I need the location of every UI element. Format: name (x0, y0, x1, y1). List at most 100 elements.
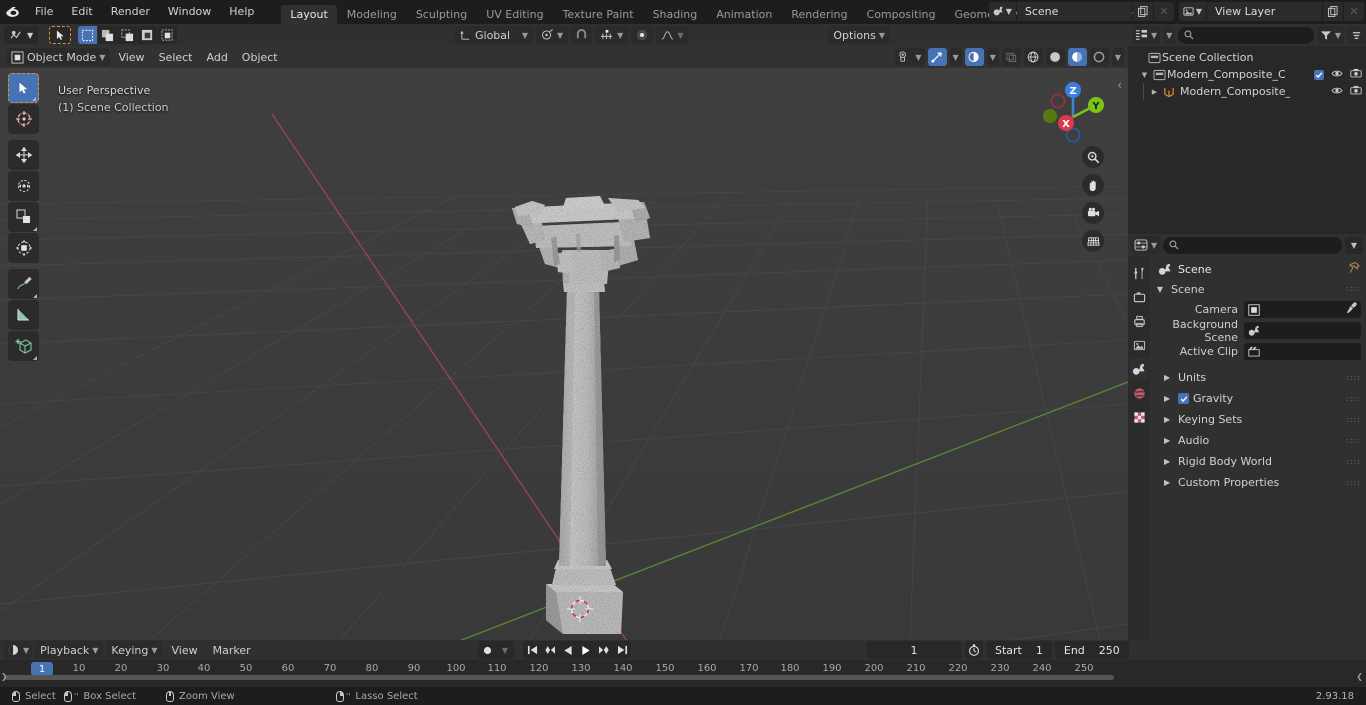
filter-icon[interactable]: ▼ (1316, 26, 1344, 44)
timeline-scroll-left-arrow[interactable]: ❯ (1, 672, 8, 681)
timeline-scroll-right-arrow[interactable]: ❮ (1356, 672, 1363, 681)
menu-help[interactable]: Help (220, 3, 263, 21)
tab-compositing[interactable]: Compositing (858, 5, 945, 24)
stopwatch-icon[interactable] (965, 641, 983, 659)
tab-texture[interactable] (1129, 406, 1149, 428)
eye-icon[interactable] (1331, 85, 1343, 98)
select-subtract-icon[interactable] (118, 26, 138, 44)
tab-rendering[interactable]: Rendering (782, 5, 856, 24)
pan-hand-icon[interactable] (1082, 174, 1104, 196)
shading-wireframe-button[interactable] (1023, 48, 1043, 66)
interaction-mode-selector[interactable]: Object Mode ▼ (6, 48, 111, 66)
viewport-menu-select[interactable]: Select (153, 48, 199, 66)
properties-search-input[interactable] (1163, 236, 1342, 254)
tab-texture-paint[interactable]: Texture Paint (554, 5, 643, 24)
panel-gravity[interactable]: ▶ Gravity :::: (1150, 388, 1366, 409)
menu-edit[interactable]: Edit (62, 3, 101, 21)
viewlayer-name[interactable]: View Layer (1207, 2, 1322, 21)
tab-modeling[interactable]: Modeling (338, 5, 406, 24)
panel-keying-sets[interactable]: ▶ Keying Sets :::: (1150, 409, 1366, 430)
unlink-scene-button[interactable]: ✕ (1153, 2, 1174, 21)
shading-material-preview-button[interactable] (1067, 48, 1087, 66)
scene-name[interactable]: Scene (1016, 2, 1132, 21)
tab-layout[interactable]: Layout (281, 5, 337, 24)
snap-magnet-toggle[interactable] (571, 26, 593, 44)
camera-icon[interactable] (1082, 202, 1104, 224)
blender-logo-icon[interactable] (0, 0, 26, 24)
tweak-tool[interactable] (8, 73, 39, 103)
pin-icon[interactable] (1349, 261, 1360, 277)
3d-viewport[interactable]: User Perspective (1) Scene Collection ‹ … (0, 68, 1128, 640)
scale-tool[interactable] (8, 202, 39, 232)
prev-keyframe-icon[interactable] (541, 641, 559, 659)
gizmo-options-dropdown[interactable]: ▼ (949, 48, 962, 66)
viewport-sidebar-toggle[interactable]: ‹ (1117, 78, 1122, 92)
end-value[interactable]: 250 (1099, 644, 1120, 657)
select-invert-icon[interactable] (138, 26, 158, 44)
zoom-icon[interactable] (1082, 146, 1104, 168)
outliner-display-mode-dropdown[interactable]: ▼ (1163, 26, 1176, 44)
viewport-menu-view[interactable]: View (112, 48, 150, 66)
panel-custom-properties[interactable]: ▶ Custom Properties :::: (1150, 472, 1366, 493)
current-frame-field[interactable]: 1 (866, 641, 962, 659)
playhead[interactable]: 1 (31, 662, 53, 676)
tab-sculpting[interactable]: Sculpting (407, 5, 476, 24)
camera-field[interactable] (1244, 301, 1361, 318)
select-set-icon[interactable] (78, 26, 98, 44)
panel-units[interactable]: ▶ Units :::: (1150, 367, 1366, 388)
new-scene-button[interactable] (1132, 2, 1153, 21)
viewport-canvas[interactable] (0, 68, 1128, 640)
outliner-row-object[interactable]: ▶ Modern_Composite_Colu (1128, 83, 1366, 100)
options-dropdown[interactable]: Options ▼ (828, 26, 890, 44)
record-icon[interactable] (478, 641, 496, 659)
eyedropper-icon[interactable] (1346, 302, 1357, 317)
select-intersect-icon[interactable] (158, 26, 178, 44)
tab-render[interactable] (1129, 286, 1149, 308)
play-reverse-icon[interactable] (559, 641, 577, 659)
panel-audio[interactable]: ▶ Audio :::: (1150, 430, 1366, 451)
frame-range-fields[interactable]: Start 1 (986, 641, 1052, 659)
outliner-row-collection[interactable]: ▼ Modern_Composite_Column_ (1128, 66, 1366, 83)
checkbox-icon[interactable] (1314, 69, 1324, 80)
tab-tool[interactable] (1129, 262, 1149, 284)
annotate-tool[interactable] (8, 269, 39, 299)
move-tool[interactable] (8, 140, 39, 170)
background-scene-field[interactable] (1244, 322, 1361, 339)
timeline-menu-marker[interactable]: Marker (207, 641, 257, 659)
start-value[interactable]: 1 (1036, 644, 1043, 657)
transform-orientation-selector[interactable]: Global ▼ (455, 26, 533, 44)
menu-file[interactable]: File (26, 3, 62, 21)
transform-tool[interactable] (8, 233, 39, 263)
outliner-row-scene-collection[interactable]: Scene Collection (1128, 49, 1366, 66)
outliner-editor-type-icon[interactable]: ▼ (1132, 26, 1161, 44)
jump-start-icon[interactable] (523, 641, 541, 659)
play-icon[interactable] (577, 641, 595, 659)
timeline-editor-type-icon[interactable]: ▼ (4, 641, 33, 659)
camera-icon[interactable] (1350, 68, 1362, 81)
tab-output[interactable] (1129, 310, 1149, 332)
active-clip-field[interactable] (1244, 343, 1361, 360)
rotate-tool[interactable] (8, 171, 39, 201)
snap-pivot-selector[interactable]: ▼ (536, 26, 569, 44)
measure-tool[interactable] (8, 300, 39, 330)
outliner-search-input[interactable] (1178, 26, 1314, 44)
timeline-scrollbar[interactable] (4, 675, 1114, 680)
object-visibility-icon[interactable]: ▼ (895, 48, 925, 66)
navigation-gizmo[interactable]: Y Z X (1036, 74, 1110, 148)
shading-options-dropdown[interactable]: ▼ (1111, 48, 1124, 66)
show-overlays-toggle[interactable] (964, 48, 984, 66)
shading-rendered-button[interactable] (1089, 48, 1109, 66)
eye-icon[interactable] (1331, 68, 1343, 81)
expand-triangle-icon[interactable]: ▼ (1138, 71, 1151, 79)
jump-end-icon[interactable] (613, 641, 631, 659)
tweak-tool-icon[interactable] (49, 26, 72, 44)
viewport-menu-add[interactable]: Add (201, 48, 234, 66)
shading-solid-button[interactable] (1045, 48, 1065, 66)
tab-animation[interactable]: Animation (707, 5, 781, 24)
tab-world[interactable] (1129, 382, 1149, 404)
camera-icon[interactable] (1350, 85, 1362, 98)
next-keyframe-icon[interactable] (595, 641, 613, 659)
viewlayer-icon[interactable]: ▼ (1178, 2, 1206, 21)
gravity-checkbox[interactable] (1178, 393, 1189, 404)
panel-scene-header[interactable]: ▼ Scene :::: (1150, 279, 1366, 299)
